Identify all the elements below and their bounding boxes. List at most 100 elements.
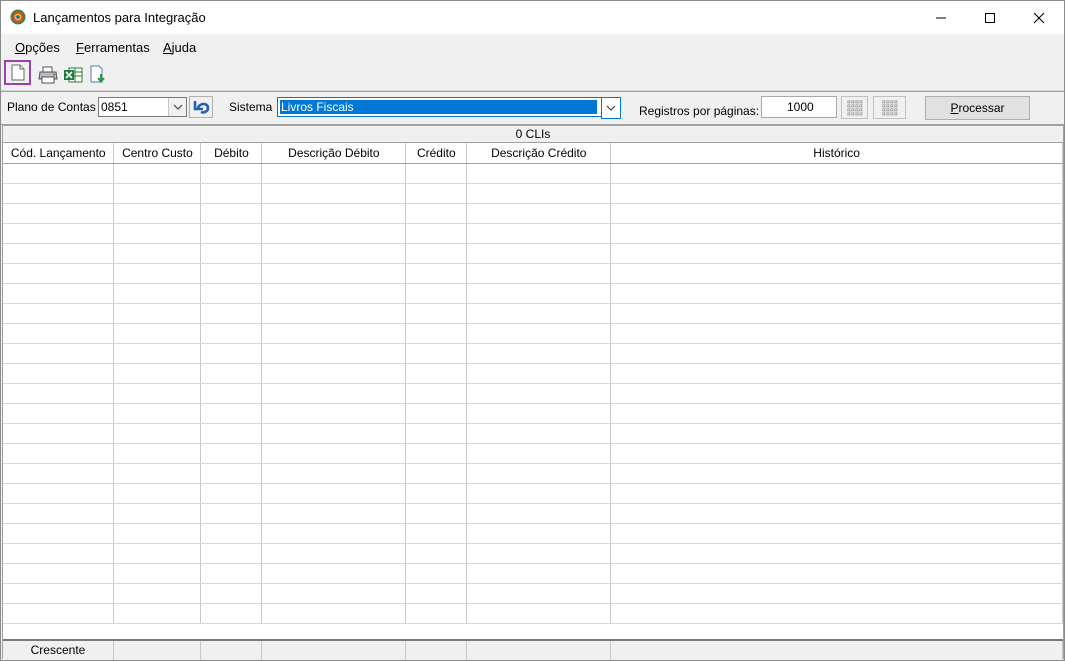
menu-ajuda[interactable]: Ajuda [163, 40, 196, 55]
table-cell[interactable] [3, 583, 115, 604]
table-cell[interactable] [3, 563, 115, 584]
table-cell[interactable] [261, 523, 407, 544]
table-cell[interactable] [405, 583, 468, 604]
table-cell[interactable] [261, 283, 407, 304]
table-cell[interactable] [261, 263, 407, 284]
export-excel-button[interactable] [61, 63, 85, 87]
table-row[interactable] [3, 503, 1063, 524]
table-cell[interactable] [610, 303, 1063, 324]
table-cell[interactable] [405, 283, 468, 304]
table-cell[interactable] [200, 403, 263, 424]
import-button[interactable] [86, 63, 110, 87]
table-cell[interactable] [610, 443, 1063, 464]
table-row[interactable] [3, 443, 1063, 464]
table-cell[interactable] [261, 183, 407, 204]
table-cell[interactable] [405, 563, 468, 584]
table-cell[interactable] [610, 563, 1063, 584]
table-cell[interactable] [113, 603, 202, 624]
previous-page-button[interactable] [841, 96, 868, 119]
table-cell[interactable] [3, 163, 115, 184]
table-cell[interactable] [200, 523, 263, 544]
table-cell[interactable] [610, 223, 1063, 244]
table-cell[interactable] [3, 323, 115, 344]
table-cell[interactable] [405, 303, 468, 324]
column-header-debito[interactable]: Débito [200, 143, 263, 164]
table-cell[interactable] [610, 603, 1063, 624]
column-header-cod-lancamento[interactable]: Cód. Lançamento [3, 143, 115, 164]
sistema-select[interactable]: Livros Fiscais [277, 97, 621, 119]
table-cell[interactable] [113, 443, 202, 464]
table-cell[interactable] [200, 263, 263, 284]
table-cell[interactable] [466, 263, 612, 284]
table-cell[interactable] [466, 303, 612, 324]
registros-input[interactable]: 1000 [761, 96, 837, 118]
table-cell[interactable] [3, 403, 115, 424]
table-cell[interactable] [200, 383, 263, 404]
table-cell[interactable] [261, 603, 407, 624]
table-cell[interactable] [261, 463, 407, 484]
table-cell[interactable] [466, 223, 612, 244]
table-cell[interactable] [3, 223, 115, 244]
table-cell[interactable] [200, 223, 263, 244]
table-cell[interactable] [113, 503, 202, 524]
table-cell[interactable] [3, 183, 115, 204]
table-row[interactable] [3, 223, 1063, 244]
table-cell[interactable] [610, 283, 1063, 304]
table-cell[interactable] [610, 423, 1063, 444]
table-cell[interactable] [200, 363, 263, 384]
table-cell[interactable] [405, 263, 468, 284]
table-cell[interactable] [466, 163, 612, 184]
table-cell[interactable] [261, 503, 407, 524]
table-cell[interactable] [113, 383, 202, 404]
table-cell[interactable] [466, 323, 612, 344]
table-row[interactable] [3, 263, 1063, 284]
table-row[interactable] [3, 283, 1063, 304]
table-cell[interactable] [200, 343, 263, 364]
table-cell[interactable] [466, 563, 612, 584]
table-cell[interactable] [200, 463, 263, 484]
table-cell[interactable] [3, 303, 115, 324]
table-cell[interactable] [113, 163, 202, 184]
table-cell[interactable] [405, 223, 468, 244]
table-cell[interactable] [405, 403, 468, 424]
table-cell[interactable] [200, 483, 263, 504]
table-row[interactable] [3, 383, 1063, 404]
table-cell[interactable] [466, 443, 612, 464]
column-header-descricao-debito[interactable]: Descrição Débito [261, 143, 407, 164]
column-header-descricao-credito[interactable]: Descrição Crédito [466, 143, 612, 164]
table-cell[interactable] [466, 543, 612, 564]
table-cell[interactable] [261, 163, 407, 184]
table-cell[interactable] [261, 223, 407, 244]
table-cell[interactable] [3, 603, 115, 624]
table-cell[interactable] [405, 443, 468, 464]
table-cell[interactable] [200, 563, 263, 584]
table-cell[interactable] [610, 203, 1063, 224]
table-cell[interactable] [261, 543, 407, 564]
table-cell[interactable] [466, 363, 612, 384]
table-cell[interactable] [405, 343, 468, 364]
table-cell[interactable] [113, 483, 202, 504]
table-cell[interactable] [3, 463, 115, 484]
table-cell[interactable] [610, 323, 1063, 344]
table-cell[interactable] [200, 583, 263, 604]
table-cell[interactable] [113, 543, 202, 564]
table-row[interactable] [3, 483, 1063, 504]
table-cell[interactable] [3, 203, 115, 224]
table-cell[interactable] [466, 283, 612, 304]
table-cell[interactable] [466, 203, 612, 224]
maximize-button[interactable] [966, 1, 1014, 34]
table-cell[interactable] [200, 323, 263, 344]
table-cell[interactable] [200, 443, 263, 464]
table-row[interactable] [3, 183, 1063, 204]
table-cell[interactable] [610, 243, 1063, 264]
table-cell[interactable] [3, 543, 115, 564]
table-cell[interactable] [405, 503, 468, 524]
table-cell[interactable] [405, 163, 468, 184]
table-cell[interactable] [3, 503, 115, 524]
table-row[interactable] [3, 203, 1063, 224]
table-cell[interactable] [466, 243, 612, 264]
table-cell[interactable] [261, 343, 407, 364]
table-cell[interactable] [405, 523, 468, 544]
table-cell[interactable] [405, 203, 468, 224]
print-button[interactable] [36, 63, 60, 87]
